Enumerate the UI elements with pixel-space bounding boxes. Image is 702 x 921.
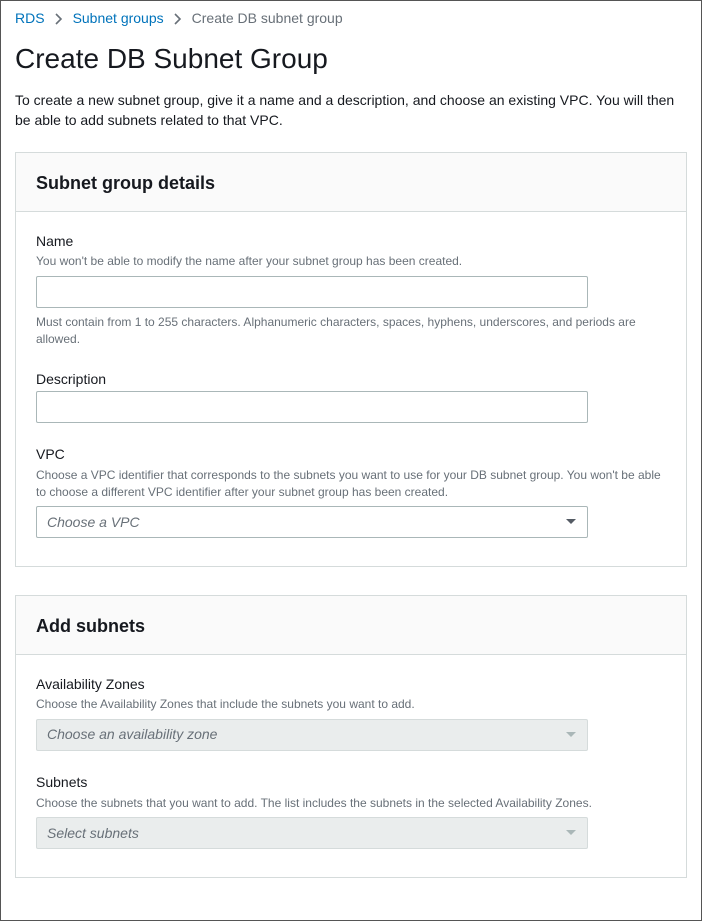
subnets-field-group: Subnets Choose the subnets that you want…: [36, 773, 666, 849]
az-select[interactable]: Choose an availability zone: [36, 719, 588, 751]
subnets-select[interactable]: Select subnets: [36, 817, 588, 849]
description-input[interactable]: [36, 391, 588, 423]
breadcrumb-current: Create DB subnet group: [192, 9, 343, 29]
caret-down-icon: [565, 731, 577, 739]
subnets-select-placeholder: Select subnets: [47, 824, 139, 844]
subnets-label: Subnets: [36, 773, 666, 793]
subnet-group-details-panel: Subnet group details Name You won't be a…: [15, 152, 687, 567]
subnets-hint: Choose the subnets that you want to add.…: [36, 795, 666, 812]
description-field-group: Description: [36, 370, 666, 424]
page-title: Create DB Subnet Group: [15, 39, 687, 78]
name-field-group: Name You won't be able to modify the nam…: [36, 232, 666, 348]
panel-heading: Add subnets: [36, 614, 666, 639]
name-label: Name: [36, 232, 666, 252]
panel-heading: Subnet group details: [36, 171, 666, 196]
vpc-field-group: VPC Choose a VPC identifier that corresp…: [36, 445, 666, 538]
az-select-placeholder: Choose an availability zone: [47, 725, 217, 745]
name-help: Must contain from 1 to 255 characters. A…: [36, 314, 666, 348]
az-field-group: Availability Zones Choose the Availabili…: [36, 675, 666, 751]
panel-header: Add subnets: [16, 596, 686, 654]
vpc-label: VPC: [36, 445, 666, 465]
name-hint: You won't be able to modify the name aft…: [36, 253, 666, 270]
name-input[interactable]: [36, 276, 588, 308]
panel-body: Availability Zones Choose the Availabili…: [16, 655, 686, 878]
az-hint: Choose the Availability Zones that inclu…: [36, 696, 666, 713]
chevron-right-icon: [174, 13, 182, 25]
breadcrumb: RDS Subnet groups Create DB subnet group: [15, 5, 687, 35]
breadcrumb-rds[interactable]: RDS: [15, 9, 45, 29]
chevron-right-icon: [55, 13, 63, 25]
az-label: Availability Zones: [36, 675, 666, 695]
panel-header: Subnet group details: [16, 153, 686, 211]
caret-down-icon: [565, 829, 577, 837]
panel-body: Name You won't be able to modify the nam…: [16, 212, 686, 567]
add-subnets-panel: Add subnets Availability Zones Choose th…: [15, 595, 687, 878]
vpc-select-placeholder: Choose a VPC: [47, 513, 140, 533]
caret-down-icon: [565, 518, 577, 526]
description-label: Description: [36, 370, 666, 390]
page-description: To create a new subnet group, give it a …: [15, 90, 687, 131]
breadcrumb-subnet-groups[interactable]: Subnet groups: [73, 9, 164, 29]
vpc-select[interactable]: Choose a VPC: [36, 506, 588, 538]
vpc-hint: Choose a VPC identifier that corresponds…: [36, 467, 666, 501]
